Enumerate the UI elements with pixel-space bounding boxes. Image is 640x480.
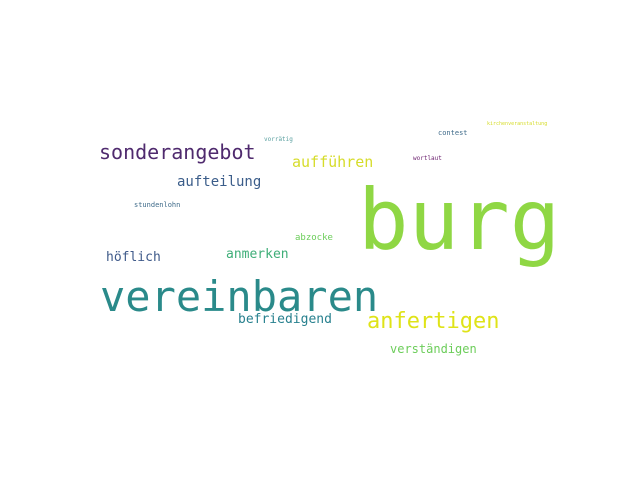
word-burg: burg xyxy=(358,171,561,269)
word-aufteilung: aufteilung xyxy=(177,174,262,190)
word-anfertigen: anfertigen xyxy=(367,309,500,334)
word-hoeflich: höflich xyxy=(106,250,161,265)
word-contest: contest xyxy=(438,129,468,137)
word-vorraetig: vorrätig xyxy=(264,136,293,143)
word-cloud: burg vereinbaren sonderangebot anfertige… xyxy=(0,0,640,480)
word-abzocke: abzocke xyxy=(295,233,333,243)
word-anmerken: anmerken xyxy=(226,247,289,262)
word-stundenlohn: stundenlohn xyxy=(134,201,181,209)
word-wortlaut: wortlaut xyxy=(413,155,442,162)
word-sonderangebot: sonderangebot xyxy=(99,140,256,164)
word-kirchenveranstaltung: kirchenveranstaltung xyxy=(487,121,548,127)
word-verstaendigen: verständigen xyxy=(390,342,477,356)
word-befriedigend: befriedigend xyxy=(238,312,332,327)
word-auffuehren: aufführen xyxy=(292,153,374,171)
